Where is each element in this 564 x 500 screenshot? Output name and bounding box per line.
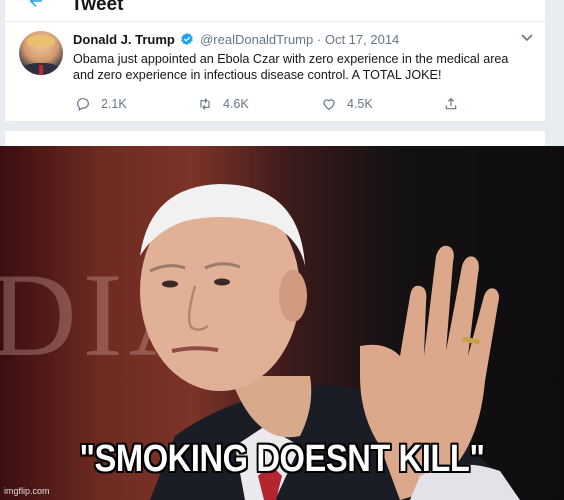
separator-dot: · bbox=[316, 32, 322, 47]
tweet-text: Obama just appointed an Ebola Czar with … bbox=[73, 52, 509, 82]
share-button[interactable] bbox=[443, 94, 469, 114]
reply-icon bbox=[77, 98, 89, 112]
author-name[interactable]: Donald J. Trump bbox=[73, 32, 175, 47]
avatar[interactable] bbox=[19, 31, 63, 75]
retweet-count: 4.6K bbox=[223, 97, 249, 111]
like-button[interactable]: 4.5K bbox=[321, 94, 373, 114]
heart-icon bbox=[323, 99, 335, 111]
verified-badge-icon bbox=[181, 32, 194, 46]
reply-count: 2.1K bbox=[101, 97, 127, 111]
page-title: Tweet bbox=[71, 0, 124, 15]
tweet-actions: 2.1K 4.6K 4.5K bbox=[75, 94, 475, 114]
retweet-button[interactable]: 4.6K bbox=[197, 94, 249, 114]
meme-caption: "SMOKING DOESNT KILL" bbox=[79, 438, 485, 480]
tweet-screenshot: Tweet Donald J. Trump @realDonaldTrump ·… bbox=[0, 0, 564, 146]
meme-photo: DIA imgflip.com "SMOKING DOESNT KILL" bbox=[0, 146, 564, 500]
timeline-divider bbox=[5, 121, 545, 131]
tweet-card: Tweet Donald J. Trump @realDonaldTrump ·… bbox=[4, 0, 546, 146]
reply-button[interactable]: 2.1K bbox=[75, 94, 127, 114]
share-icon bbox=[445, 97, 457, 110]
chevron-down-icon[interactable] bbox=[521, 33, 533, 43]
watermark: imgflip.com bbox=[4, 486, 50, 496]
tweet[interactable]: Donald J. Trump @realDonaldTrump · Oct 1… bbox=[5, 21, 545, 121]
back-arrow-icon[interactable] bbox=[27, 0, 45, 10]
next-timeline-item bbox=[5, 131, 545, 146]
like-count: 4.5K bbox=[347, 97, 373, 111]
tweet-page-header: Tweet bbox=[5, 0, 545, 22]
author-handle[interactable]: @realDonaldTrump bbox=[200, 32, 313, 47]
tweet-header-row: Donald J. Trump @realDonaldTrump · Oct 1… bbox=[73, 32, 399, 48]
retweet-icon bbox=[200, 98, 210, 110]
tweet-date[interactable]: Oct 17, 2014 bbox=[325, 32, 399, 47]
